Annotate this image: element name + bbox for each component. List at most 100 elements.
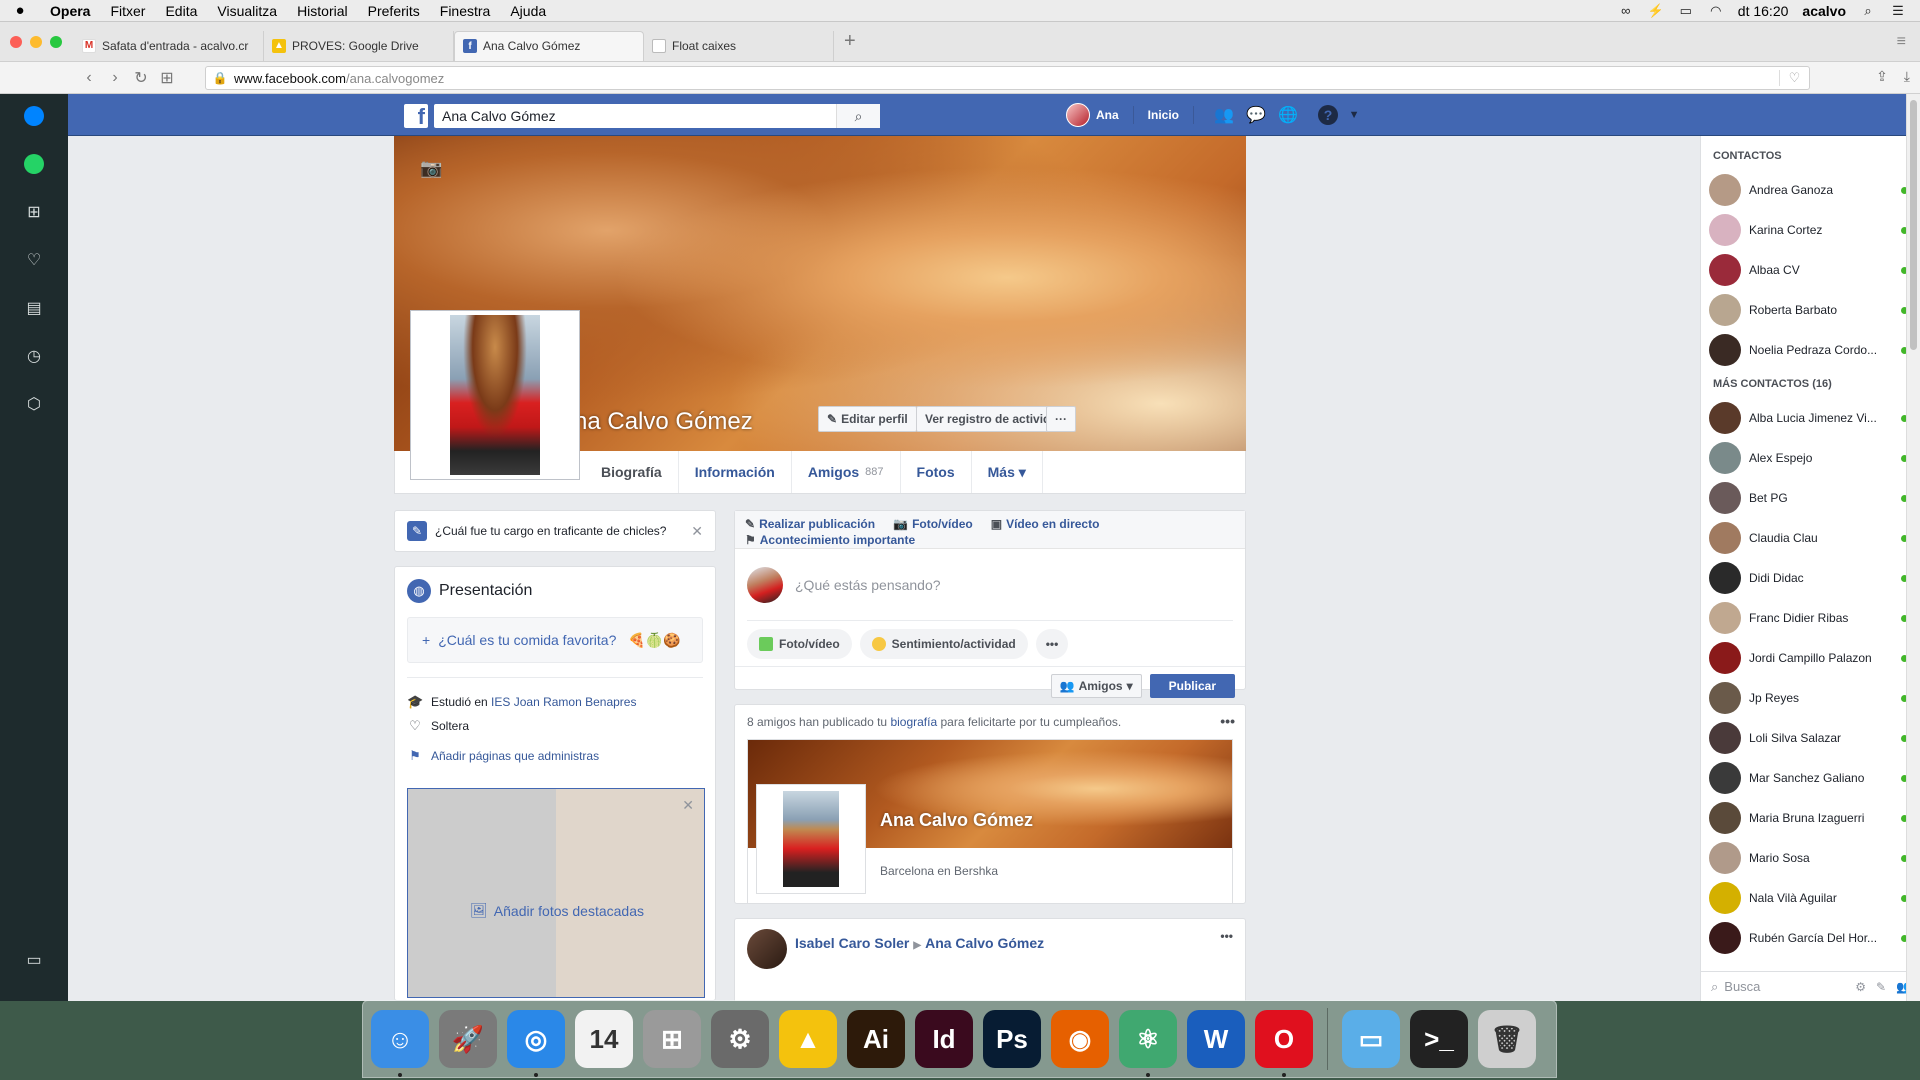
apple-icon[interactable]: ●	[0, 2, 40, 19]
folder-icon[interactable]: ▭	[1342, 1010, 1400, 1068]
whatsapp-icon[interactable]	[20, 150, 48, 178]
menu-edita[interactable]: Edita	[155, 3, 207, 19]
safari-icon[interactable]: ◎	[507, 1010, 565, 1077]
current-user[interactable]: acalvo	[1802, 3, 1846, 19]
word-icon[interactable]: W	[1187, 1010, 1245, 1068]
contact-item[interactable]: Bet PG	[1701, 478, 1920, 518]
reload-button[interactable]: ↻	[128, 68, 154, 88]
tab-informacion[interactable]: Información	[679, 451, 792, 493]
contact-item[interactable]: Albaa CV	[1701, 250, 1920, 290]
camera-icon[interactable]: 📷	[420, 158, 442, 179]
contact-item[interactable]: Mario Sosa	[1701, 838, 1920, 878]
profile-picture[interactable]	[410, 310, 580, 480]
download-icon[interactable]: ⤓	[1904, 68, 1910, 85]
photoshop-icon[interactable]: Ps	[983, 1010, 1041, 1068]
contact-item[interactable]: Nala Vilà Aguilar	[1701, 878, 1920, 918]
messenger-icon[interactable]	[20, 102, 48, 130]
profile-question-card[interactable]: ✎ ¿Cuál fue tu cargo en traficante de ch…	[394, 510, 716, 552]
atom-icon[interactable]: ⚛	[1119, 1010, 1177, 1077]
battery-icon[interactable]: ⚡	[1648, 3, 1664, 18]
chat-search-input[interactable]: ⌕ Busca ⚙ ✎ 👥	[1701, 971, 1920, 1001]
finder-icon[interactable]: ☺	[371, 1010, 429, 1077]
composer-input[interactable]: ¿Qué estás pensando?	[747, 549, 1233, 621]
clock[interactable]: dt 16:20	[1738, 3, 1789, 19]
chevron-down-icon[interactable]: ▼	[1342, 109, 1366, 121]
messenger-icon[interactable]: 💬	[1244, 105, 1268, 125]
live-video-tab[interactable]: ▣ Vídeo en directo	[991, 517, 1100, 531]
audience-selector[interactable]: 👥 Amigos ▾	[1050, 674, 1142, 698]
friend-requests-icon[interactable]: 👥	[1212, 105, 1236, 125]
tab-google-drive[interactable]: ▲ PROVES: Google Drive	[264, 30, 454, 61]
menu-preferits[interactable]: Preferits	[358, 3, 430, 19]
contact-item[interactable]: Claudia Clau	[1701, 518, 1920, 558]
speed-dial-button[interactable]: ⊞	[154, 68, 180, 88]
menu-visualitza[interactable]: Visualitza	[207, 3, 287, 19]
post-target-link[interactable]: Ana Calvo Gómez	[925, 935, 1044, 951]
back-button[interactable]: ‹	[76, 69, 102, 87]
firefox-icon[interactable]: ◉	[1051, 1010, 1109, 1068]
more-options-icon[interactable]: •••	[1220, 713, 1235, 729]
illustrator-icon[interactable]: Ai	[847, 1010, 905, 1068]
contact-item[interactable]: Noelia Pedraza Cordo...	[1701, 330, 1920, 370]
contact-item[interactable]: Alba Lucia Jimenez Vi...	[1701, 398, 1920, 438]
opera-icon[interactable]: O	[1255, 1010, 1313, 1077]
avatar[interactable]	[747, 929, 787, 969]
history-clock-icon[interactable]: ◷	[20, 342, 48, 370]
contact-item[interactable]: Franc Didier Ribas	[1701, 598, 1920, 638]
extensions-cube-icon[interactable]: ⬡	[20, 390, 48, 418]
nav-home-link[interactable]: Inicio	[1148, 108, 1179, 122]
system-preferences-icon[interactable]: ⚙	[711, 1010, 769, 1068]
facebook-logo-icon[interactable]: f	[404, 104, 428, 129]
make-post-tab[interactable]: ✎ Realizar publicación	[745, 517, 875, 531]
contact-item[interactable]: Maria Bruna Izaguerri	[1701, 798, 1920, 838]
minimize-window-button[interactable]	[30, 35, 42, 48]
creative-cloud-icon[interactable]: ∞	[1618, 3, 1634, 18]
zoom-window-button[interactable]	[50, 35, 62, 48]
contact-item[interactable]: Rubén García Del Hor...	[1701, 918, 1920, 958]
school-link[interactable]: IES Joan Ramon Benapres	[491, 695, 636, 709]
toggle-sidebar-icon[interactable]: ▭	[20, 946, 48, 974]
gear-icon[interactable]: ⚙	[1855, 980, 1866, 994]
page-scrollbar[interactable]	[1906, 94, 1920, 1001]
menu-app-opera[interactable]: Opera	[40, 3, 100, 19]
photo-video-tab[interactable]: 📷 Foto/vídeo	[893, 517, 973, 531]
tab-gmail[interactable]: M Safata d'entrada - acalvo.cr	[74, 30, 264, 61]
news-icon[interactable]: ▤	[20, 294, 48, 322]
post-author-link[interactable]: Isabel Caro Soler	[795, 935, 909, 951]
close-window-button[interactable]	[10, 35, 22, 48]
more-options-button[interactable]: •••	[1035, 628, 1069, 659]
featured-photos-box[interactable]: ✕ 🖼 Añadir fotos destacadas	[407, 788, 705, 998]
spotlight-icon[interactable]: ⌕	[1860, 3, 1876, 18]
contact-item[interactable]: Jp Reyes	[1701, 678, 1920, 718]
more-options-button[interactable]: ···	[1046, 406, 1076, 432]
close-icon[interactable]: ✕	[682, 797, 694, 814]
more-options-icon[interactable]: •••	[1220, 929, 1233, 943]
share-icon[interactable]: ⇪	[1876, 68, 1888, 85]
nav-profile-link[interactable]: Ana	[1096, 108, 1119, 122]
help-icon[interactable]: ?	[1318, 105, 1339, 125]
tab-mas[interactable]: Más ▾	[972, 451, 1043, 493]
trash-icon[interactable]: 🗑	[1478, 1010, 1536, 1068]
menu-ajuda[interactable]: Ajuda	[500, 3, 556, 19]
publish-button[interactable]: Publicar	[1149, 674, 1235, 698]
intro-prompt-button[interactable]: + ¿Cuál es tu comida favorita? 🍕🍈🍪	[407, 617, 703, 663]
forward-button[interactable]: ›	[102, 69, 128, 87]
search-icon[interactable]: ⌕	[836, 104, 880, 128]
facebook-search-input[interactable]: Ana Calvo Gómez ⌕	[434, 104, 880, 128]
tab-fotos[interactable]: Fotos	[901, 451, 972, 493]
calculator-icon[interactable]: ⊞	[643, 1010, 701, 1068]
notification-center-icon[interactable]: ☰	[1890, 3, 1906, 18]
birthday-profile-name[interactable]: Ana Calvo Gómez	[880, 810, 1033, 831]
scrollbar-thumb[interactable]	[1910, 100, 1917, 350]
menu-finestra[interactable]: Finestra	[430, 3, 501, 19]
contact-item[interactable]: Didi Didac	[1701, 558, 1920, 598]
photo-video-button[interactable]: Foto/vídeo	[747, 628, 852, 659]
terminal-icon[interactable]: >_	[1410, 1010, 1468, 1068]
contact-item[interactable]: Loli Silva Salazar	[1701, 718, 1920, 758]
wifi-icon[interactable]: ◠	[1708, 3, 1724, 18]
add-pages-link[interactable]: Añadir páginas que administras	[431, 749, 599, 763]
close-icon[interactable]: ✕	[691, 523, 703, 540]
calendar-icon[interactable]: 14	[575, 1010, 633, 1068]
avatar[interactable]	[1066, 103, 1090, 127]
new-tab-button[interactable]: +	[834, 30, 866, 53]
